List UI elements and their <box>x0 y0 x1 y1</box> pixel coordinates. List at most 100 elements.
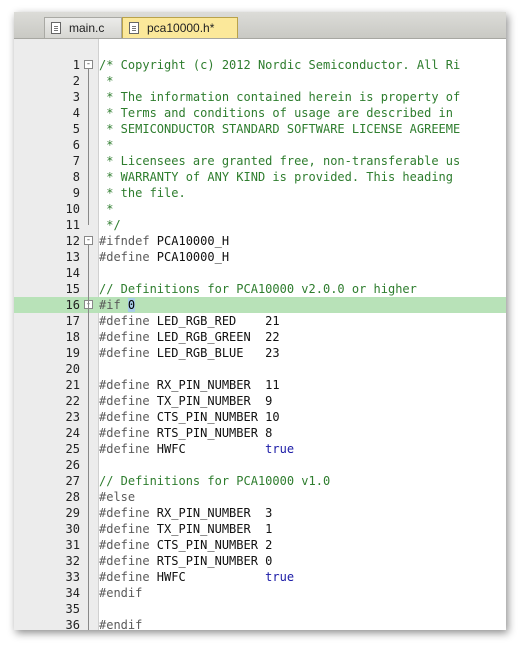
code-text: #define CTS_PIN_NUMBER 10 <box>99 409 280 425</box>
code-token: * WARRANTY of ANY KIND is provided. This… <box>99 170 454 184</box>
line-number: 1 <box>72 58 80 72</box>
code-token: HWFC <box>156 570 266 584</box>
code-text: /* Copyright (c) 2012 Nordic Semiconduct… <box>99 57 460 73</box>
code-token: #define <box>99 538 157 552</box>
tab-label: pca10000.h* <box>147 21 215 35</box>
line-number: 9 <box>72 186 80 200</box>
code-text: #if 0 <box>99 297 136 313</box>
code-token: RTS_PIN_NUMBER <box>156 426 266 440</box>
line-number: 22 <box>65 394 80 408</box>
line-number: 29 <box>65 506 80 520</box>
code-text: #define CTS_PIN_NUMBER 2 <box>99 537 272 553</box>
line-number: 7 <box>72 154 80 168</box>
tab-bar: main.c pca10000.h* <box>14 12 506 39</box>
code-text: * <box>99 137 113 153</box>
line-number: 36 <box>65 618 80 630</box>
line-number: 16 <box>65 298 80 312</box>
line-number: 31 <box>65 538 80 552</box>
code-token: // Definitions for PCA10000 v2.0.0 or hi… <box>99 282 417 296</box>
line-number: 12 <box>65 234 80 248</box>
line-number: 14 <box>65 266 80 280</box>
code-token: #define <box>99 570 157 584</box>
code-token: 9 <box>265 394 273 408</box>
line-number: 26 <box>65 458 80 472</box>
line-number: 18 <box>65 330 80 344</box>
code-token: * Terms and conditions of usage are desc… <box>99 106 454 120</box>
line-number: 32 <box>65 554 80 568</box>
code-token: TX_PIN_NUMBER <box>156 522 266 536</box>
code-text: #define RX_PIN_NUMBER 11 <box>99 377 280 393</box>
code-text: #ifndef PCA10000_H <box>99 233 229 249</box>
code-token: CTS_PIN_NUMBER <box>156 410 266 424</box>
code-token: #define <box>99 522 157 536</box>
code-token: 2 <box>265 538 273 552</box>
code-token: * Licensees are granted free, non-transf… <box>99 154 461 168</box>
code-token: 0 <box>265 554 273 568</box>
code-token: #define <box>99 506 157 520</box>
code-text: // Definitions for PCA10000 v1.0 <box>99 473 330 489</box>
code-token: 8 <box>265 426 273 440</box>
code-token: /* Copyright (c) 2012 Nordic Semiconduct… <box>99 58 461 72</box>
code-text: #define HWFC true <box>99 569 294 585</box>
code-token: #endif <box>99 618 143 630</box>
line-number: 33 <box>65 570 80 584</box>
fold-toggle-icon[interactable]: - <box>84 236 93 245</box>
code-token: #define <box>99 442 157 456</box>
line-number: 3 <box>72 90 80 104</box>
code-text: #define PCA10000_H <box>99 249 229 265</box>
code-token: RX_PIN_NUMBER <box>156 378 266 392</box>
code-token: #define <box>99 330 157 344</box>
line-number: 19 <box>65 346 80 360</box>
line-number: 25 <box>65 442 80 456</box>
code-token: * The information contained herein is pr… <box>99 90 461 104</box>
code-token: #define <box>99 314 157 328</box>
code-text: #define TX_PIN_NUMBER 1 <box>99 521 272 537</box>
line-number: 10 <box>65 202 80 216</box>
code-token: LED_RGB_RED <box>156 314 266 328</box>
line-number: 5 <box>72 122 80 136</box>
code-text: */ <box>99 217 121 233</box>
code-token: #define <box>99 346 157 360</box>
tab-main-c[interactable]: main.c <box>44 17 122 38</box>
file-icon <box>51 22 61 34</box>
code-text: #define LED_RGB_RED 21 <box>99 313 280 329</box>
code-token: #define <box>99 410 157 424</box>
code-token: RTS_PIN_NUMBER <box>156 554 266 568</box>
line-number: 2 <box>72 74 80 88</box>
code-token: #else <box>99 490 136 504</box>
code-token: * the file. <box>99 186 186 200</box>
line-number: 13 <box>65 250 80 264</box>
code-token: */ <box>99 218 121 232</box>
code-text: #define RTS_PIN_NUMBER 8 <box>99 425 272 441</box>
fold-guide <box>88 245 89 630</box>
code-token: LED_RGB_BLUE <box>156 346 266 360</box>
file-icon <box>129 22 139 34</box>
code-token: PCA10000_H <box>156 250 230 264</box>
code-text: #define LED_RGB_GREEN 22 <box>99 329 280 345</box>
line-number: 20 <box>65 362 80 376</box>
tab-pca10000-h[interactable]: pca10000.h* <box>122 17 238 38</box>
code-token: 10 <box>265 410 280 424</box>
code-token: // Definitions for PCA10000 v1.0 <box>99 474 331 488</box>
code-token: * SEMICONDUCTOR STANDARD SOFTWARE LICENS… <box>99 122 461 136</box>
fold-guide <box>88 69 89 225</box>
code-token: * <box>99 74 114 88</box>
code-token: HWFC <box>156 442 266 456</box>
code-editor[interactable]: 1-/* Copyright (c) 2012 Nordic Semicondu… <box>14 39 506 630</box>
code-text: #endif <box>99 617 142 630</box>
line-number: 30 <box>65 522 80 536</box>
code-text: #define TX_PIN_NUMBER 9 <box>99 393 272 409</box>
fold-toggle-icon[interactable]: - <box>84 60 93 69</box>
code-token: #define <box>99 250 157 264</box>
code-text: #define RTS_PIN_NUMBER 0 <box>99 553 272 569</box>
tab-label: main.c <box>69 21 105 35</box>
line-number: 4 <box>72 106 80 120</box>
line-number: 21 <box>65 378 80 392</box>
line-number: 15 <box>65 282 80 296</box>
code-text: * <box>99 73 113 89</box>
line-number: 35 <box>65 602 80 616</box>
code-text: * Terms and conditions of usage are desc… <box>99 105 453 121</box>
code-text: * SEMICONDUCTOR STANDARD SOFTWARE LICENS… <box>99 121 460 137</box>
line-number: 27 <box>65 474 80 488</box>
code-token: 21 <box>265 314 280 328</box>
